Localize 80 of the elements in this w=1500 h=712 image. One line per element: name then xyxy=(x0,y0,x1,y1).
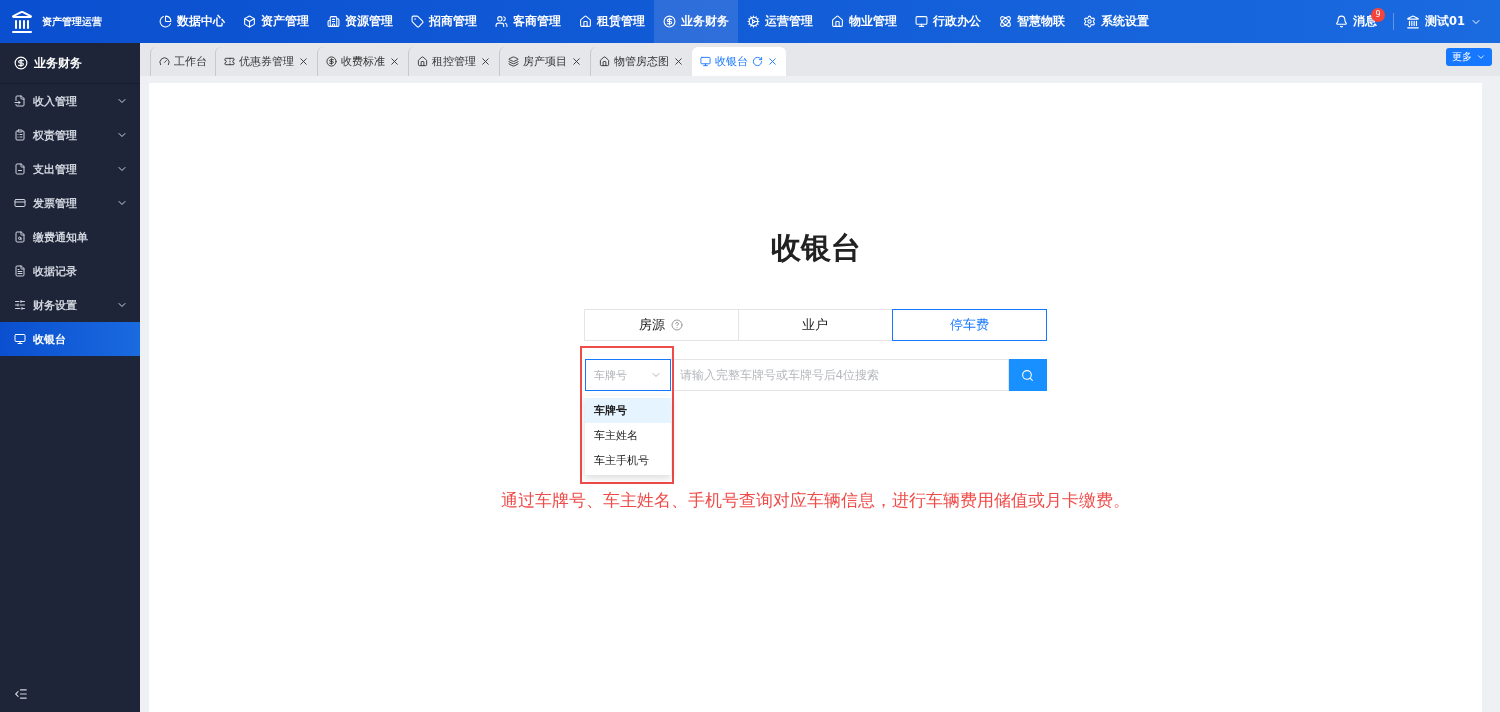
nav-item[interactable]: 运营管理 xyxy=(738,0,822,43)
tag-icon xyxy=(411,15,424,28)
card-icon xyxy=(14,197,26,209)
coin-icon xyxy=(326,56,337,67)
document-icon xyxy=(14,163,26,175)
collapse-menu-icon[interactable] xyxy=(14,687,28,701)
coin-icon xyxy=(14,56,28,70)
sidebar-item[interactable]: 收银台 xyxy=(0,322,140,356)
close-icon[interactable] xyxy=(389,56,400,67)
layers-icon xyxy=(508,56,519,67)
monitor-icon xyxy=(14,333,26,345)
mode-tab[interactable]: 停车费 xyxy=(891,309,1047,341)
sidebar-item[interactable]: 收据记录 xyxy=(0,254,140,288)
nav-item[interactable]: 客商管理 xyxy=(486,0,570,43)
document-icon xyxy=(14,95,26,107)
nav-item[interactable]: 行政办公 xyxy=(906,0,990,43)
page-tab[interactable]: 工作台 xyxy=(150,47,215,76)
page-tab[interactable]: 租控管理 xyxy=(408,47,499,76)
ticket-icon xyxy=(224,56,235,67)
sidebar-item[interactable]: 财务设置 xyxy=(0,288,140,322)
dropdown-option[interactable]: 车主手机号 xyxy=(584,448,671,473)
home-icon xyxy=(831,15,844,28)
house-icon xyxy=(579,15,592,28)
instruction-note: 通过车牌号、车主姓名、手机号查询对应车辆信息，进行车辆费用储值或月卡缴费。 xyxy=(501,489,1130,512)
house-icon xyxy=(417,56,428,67)
sidebar-title: 业务财务 xyxy=(34,55,82,71)
close-icon[interactable] xyxy=(571,56,582,67)
page-tab[interactable]: 优惠券管理 xyxy=(215,47,317,76)
mode-tab[interactable]: 业户 xyxy=(737,309,893,341)
search-field[interactable]: 请输入完整车牌号或车牌号后4位搜索 xyxy=(670,359,1009,391)
mode-tab[interactable]: 房源 xyxy=(583,309,739,341)
gauge-icon xyxy=(159,56,170,67)
close-icon[interactable] xyxy=(298,56,309,67)
bell-icon xyxy=(1335,15,1348,28)
sidebar-item[interactable]: 缴费通知单 xyxy=(0,220,140,254)
document-icon xyxy=(14,265,26,277)
nav-item[interactable]: 租赁管理 xyxy=(570,0,654,43)
dropdown-option[interactable]: 车牌号 xyxy=(584,398,671,423)
page-title: 收银台 xyxy=(770,229,861,267)
users-icon xyxy=(495,15,508,28)
nav-item[interactable]: 资产管理 xyxy=(234,0,318,43)
sliders-icon xyxy=(14,299,26,311)
cog-icon xyxy=(747,15,760,28)
pie-chart-icon xyxy=(159,15,172,28)
clipboard-icon xyxy=(14,129,26,141)
close-icon[interactable] xyxy=(767,56,778,67)
nav-item[interactable]: 数据中心 xyxy=(150,0,234,43)
more-button[interactable]: 更多 xyxy=(1446,47,1492,66)
close-icon[interactable] xyxy=(673,56,684,67)
building-icon xyxy=(327,15,340,28)
bank-icon xyxy=(1406,14,1420,29)
nav-item[interactable]: 智慧物联 xyxy=(990,0,1074,43)
page-tab[interactable]: 房产项目 xyxy=(499,47,590,76)
home-icon xyxy=(599,56,610,67)
nav-item[interactable]: 物业管理 xyxy=(822,0,906,43)
monitor-icon xyxy=(915,15,928,28)
app-title: 资产管理运营 xyxy=(42,14,102,29)
sidebar-item[interactable]: 发票管理 xyxy=(0,186,140,220)
sidebar-item[interactable]: 权责管理 xyxy=(0,118,140,152)
nav-item[interactable]: 招商管理 xyxy=(402,0,486,43)
sidebar-item[interactable]: 收入管理 xyxy=(0,84,140,118)
coin-icon xyxy=(663,15,676,28)
atom-icon xyxy=(999,15,1012,28)
dropdown-option[interactable]: 车主姓名 xyxy=(584,423,671,448)
search-button[interactable] xyxy=(1008,359,1047,391)
search-icon xyxy=(1021,368,1034,382)
nav-item[interactable]: 系统设置 xyxy=(1074,0,1158,43)
user-menu[interactable]: 测试01 xyxy=(1393,13,1500,30)
page-tab[interactable]: 收费标准 xyxy=(317,47,408,76)
sidebar-item[interactable]: 支出管理 xyxy=(0,152,140,186)
bank-logo-icon xyxy=(10,9,34,34)
settings-icon xyxy=(1083,15,1096,28)
cube-icon xyxy=(243,15,256,28)
nav-item[interactable]: 业务财务 xyxy=(654,0,738,43)
close-icon[interactable] xyxy=(480,56,491,67)
monitor-icon xyxy=(700,56,711,67)
refresh-icon[interactable] xyxy=(752,56,763,67)
page-tab[interactable]: 收银台 xyxy=(692,47,786,76)
nav-item[interactable]: 资源管理 xyxy=(318,0,402,43)
document-icon xyxy=(14,231,26,243)
